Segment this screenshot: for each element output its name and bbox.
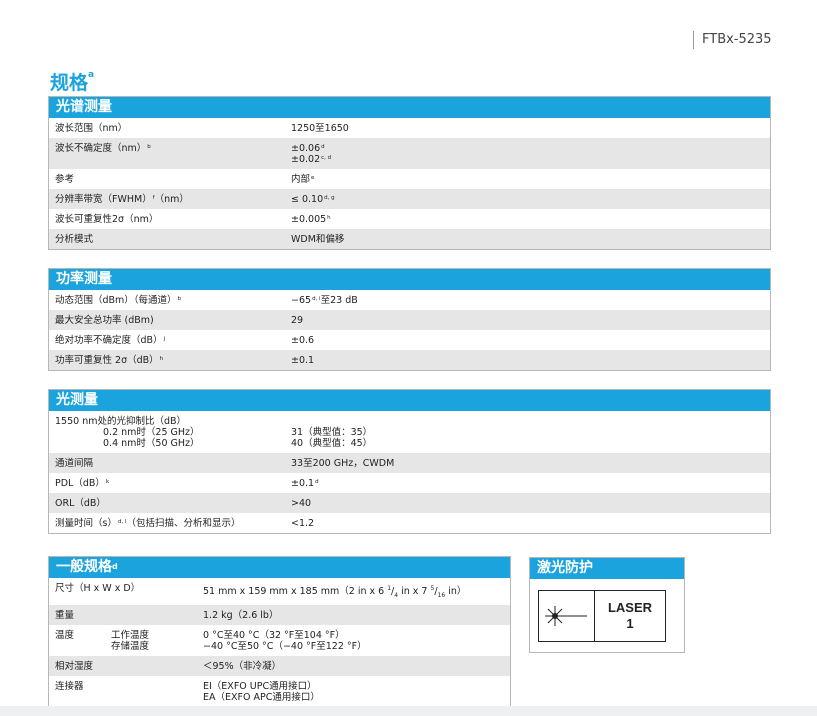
- row-value: ≤ 0.10d, g: [291, 194, 335, 205]
- row-label: PDL（dB）k: [55, 478, 110, 489]
- row-value: ±0.06d ±0.02c, d: [291, 143, 332, 165]
- optical-measurement-section: 光测量 1550 nm处的光抑制比（dB） 0.2 nm时（25 GHz） 0.…: [48, 389, 771, 534]
- row-value: 内部e: [291, 174, 315, 185]
- row-label: 分辨率带宽（FWHM）f（nm）: [55, 194, 189, 205]
- row-value: 33至200 GHz，CWDM: [291, 458, 395, 469]
- page-title: 规格a: [50, 70, 95, 94]
- row-value: 51 mm x 159 mm x 185 mm（2 in x 6 1/4 in …: [203, 585, 467, 600]
- row-value: 29: [291, 315, 304, 326]
- row-label: 功率可重复性 2σ（dB）h: [55, 355, 164, 366]
- spec-row-wavelength-range: 波长范围（nm） 1250至1650: [49, 118, 770, 138]
- laser-class-text: LASER 1: [607, 600, 653, 631]
- row-label: 波长范围（nm）: [55, 123, 128, 134]
- laser-warning-icon: [539, 591, 595, 641]
- row-value: ±0.1d: [291, 478, 319, 489]
- row-value: WDM和偏移: [291, 234, 345, 245]
- spectral-measurement-section: 光谱测量 波长范围（nm） 1250至1650 波长不确定度（nm）b ±0.0…: [48, 96, 771, 250]
- row-value: 1.2 kg（2.6 lb）: [203, 610, 279, 622]
- row-value: ＜95%（非冷凝）: [203, 661, 282, 673]
- spec-row-analysis-mode: 分析模式 WDM和偏移: [49, 229, 770, 249]
- row-label: ORL（dB）: [55, 498, 106, 509]
- optical-row-orl: ORL（dB） >40: [49, 493, 770, 513]
- section-title: 光测量: [49, 390, 770, 411]
- optical-row-channel-spacing: 通道间隔 33至200 GHz，CWDM: [49, 453, 770, 473]
- row-label: 波长可重复性2σ（nm）: [55, 214, 159, 225]
- footnote-marker: d: [112, 562, 118, 571]
- footnote-marker: a: [88, 70, 95, 80]
- row-label: 分析模式: [55, 234, 94, 245]
- laser-safety-section: 激光防护 LASER 1: [529, 557, 685, 653]
- spec-row-reference: 参考 内部e: [49, 169, 770, 189]
- power-measurement-section: 功率测量 动态范围（dBm）（每通道）b −65d, i至23 dB 最大安全总…: [48, 268, 771, 371]
- section-title: 功率测量: [49, 269, 770, 290]
- row-label: 重量: [55, 610, 75, 622]
- spec-row-wavelength-uncertainty: 波长不确定度（nm）b ±0.06d ±0.02c, d: [49, 138, 770, 169]
- spec-row-wavelength-repeatability: 波长可重复性2σ（nm） ±0.005h: [49, 209, 770, 229]
- row-value: ±0.1: [291, 355, 315, 366]
- row-value: 1250至1650: [291, 123, 349, 134]
- row-label: 相对湿度: [55, 661, 94, 673]
- optical-row-pdl: PDL（dB）k ±0.1d: [49, 473, 770, 493]
- section-title: 激光防护: [530, 558, 684, 579]
- row-value: 31（典型值：35） 40（典型值：45）: [291, 427, 373, 449]
- row-value: −65d, i至23 dB: [291, 295, 358, 306]
- power-row-dynamic-range: 动态范围（dBm）（每通道）b −65d, i至23 dB: [49, 290, 770, 310]
- optical-row-rejection-ratio: 1550 nm处的光抑制比（dB） 0.2 nm时（25 GHz） 0.4 nm…: [49, 411, 770, 453]
- row-label: 连接器: [55, 681, 84, 693]
- row-value: ±0.6: [291, 335, 315, 346]
- general-row-humidity: 相对湿度 ＜95%（非冷凝）: [49, 656, 510, 677]
- section-title: 一般规格d: [49, 557, 510, 578]
- laser-class-label: LASER 1: [538, 590, 666, 642]
- power-row-repeatability: 功率可重复性 2σ（dB）h ±0.1: [49, 350, 770, 370]
- row-value: >40: [291, 498, 312, 509]
- optical-row-measurement-time: 测量时间（s）d, l（包括扫描、分析和显示） <1.2: [49, 513, 770, 533]
- power-row-max-safe-power: 最大安全总功率 (dBm) 29: [49, 310, 770, 330]
- section-title: 光谱测量: [49, 97, 770, 118]
- product-model: FTBx-5235: [693, 31, 772, 49]
- general-row-dimensions: 尺寸（H x W x D） 51 mm x 159 mm x 185 mm（2 …: [49, 578, 510, 606]
- spec-row-resolution-bandwidth: 分辨率带宽（FWHM）f（nm） ≤ 0.10d, g: [49, 189, 770, 209]
- power-row-absolute-uncertainty: 绝对功率不确定度（dB）j ±0.6: [49, 330, 770, 350]
- row-label: 尺寸（H x W x D）: [55, 583, 141, 594]
- general-row-temperature: 温度 工作温度 存储温度 0 °C至40 °C（32 °F至104 °F） −40…: [49, 625, 510, 657]
- row-value: ±0.005h: [291, 214, 331, 225]
- footer-band: [0, 706, 817, 716]
- general-row-weight: 重量 1.2 kg（2.6 lb）: [49, 605, 510, 626]
- row-label: 动态范围（dBm）（每通道）b: [55, 295, 182, 306]
- general-row-connectors: 连接器 EI（EXFO UPC通用接口） EA（EXFO APC通用接口）: [49, 676, 510, 708]
- row-label: 最大安全总功率 (dBm): [55, 315, 154, 326]
- row-label: 1550 nm处的光抑制比（dB） 0.2 nm时（25 GHz） 0.4 nm…: [55, 416, 200, 449]
- row-label: 参考: [55, 174, 75, 185]
- row-value: <1.2: [291, 518, 315, 529]
- row-value: 0 °C至40 °C（32 °F至104 °F） −40 °C至50 °C（−4…: [203, 630, 367, 653]
- row-label: 绝对功率不确定度（dB）j: [55, 335, 166, 346]
- row-label: 波长不确定度（nm）b: [55, 143, 151, 154]
- row-label: 测量时间（s）d, l（包括扫描、分析和显示）: [55, 518, 241, 529]
- row-value: EI（EXFO UPC通用接口） EA（EXFO APC通用接口）: [203, 681, 320, 704]
- row-label: 通道间隔: [55, 458, 94, 469]
- general-specs-section: 一般规格d 尺寸（H x W x D） 51 mm x 159 mm x 185…: [48, 556, 511, 709]
- row-label: 温度 工作温度 存储温度: [55, 630, 150, 653]
